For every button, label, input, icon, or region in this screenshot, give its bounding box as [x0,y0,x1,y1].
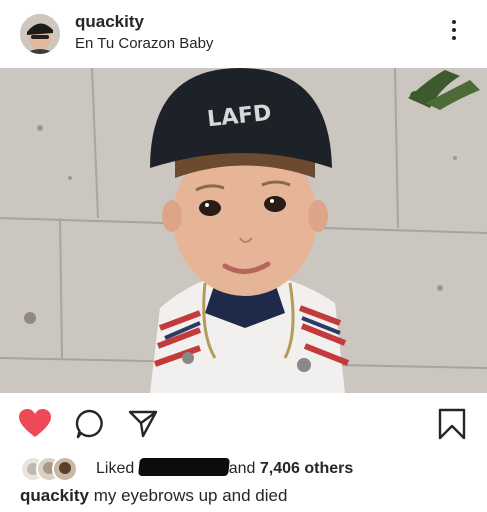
caption-text: my eyebrows up and died [93,486,288,505]
more-options-icon[interactable] [446,20,462,46]
liker-avatars [20,456,86,482]
caption-username[interactable]: quackity [20,486,89,505]
and-label: and [228,460,256,477]
redacted-name [137,458,230,476]
liked-label: Liked [96,460,135,477]
post-photo[interactable]: LAFD [0,68,487,393]
likes-summary[interactable]: Liked and 7,406 others [20,456,480,482]
profile-avatar[interactable] [20,14,60,54]
post-caption: quackity my eyebrows up and died [20,486,287,506]
post-username[interactable]: quackity [75,12,144,32]
likes-count[interactable]: 7,406 others [260,460,353,477]
comment-bubble-icon[interactable] [75,409,105,439]
paper-plane-icon[interactable] [128,408,158,438]
liked-by-text: Liked and 7,406 others [96,458,353,478]
post-location[interactable]: En Tu Corazon Baby [75,35,213,52]
post-actions [0,400,487,450]
post-header: quackity En Tu Corazon Baby [0,0,487,66]
bookmark-icon[interactable] [437,408,467,440]
liker-avatar [52,456,78,482]
heart-filled-icon[interactable] [18,408,52,438]
